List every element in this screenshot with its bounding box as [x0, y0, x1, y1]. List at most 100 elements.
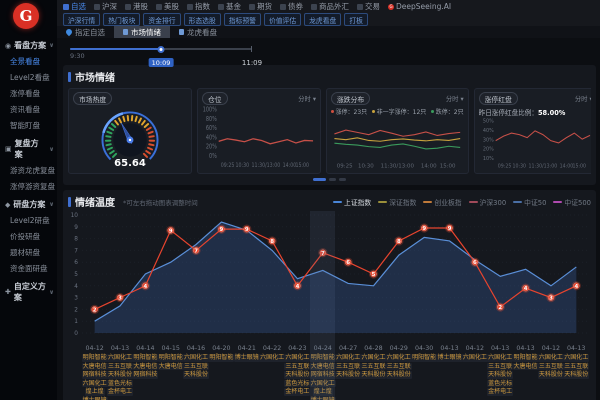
stock-name-chip[interactable]: 天科股份 — [107, 371, 133, 379]
stock-name-chip[interactable]: 金杯电工 — [487, 388, 513, 396]
stock-name-chip[interactable]: 大唐电信 — [132, 363, 158, 371]
quick-button[interactable]: 沪深行情 — [63, 13, 100, 26]
stock-name-chip[interactable]: 三五互联 — [284, 363, 310, 371]
panel-dropdown[interactable]: 分时 ▾ — [298, 94, 316, 103]
sidebar-section-header[interactable]: ✚自定义方案∨ — [0, 276, 57, 305]
quick-button[interactable]: 龙虎看盘 — [304, 13, 341, 26]
stock-name-chip[interactable]: 六国化工 — [82, 380, 108, 388]
stock-name-chip[interactable]: 三五互联 — [538, 363, 564, 371]
sidebar-item[interactable]: 资金面研盘 — [0, 260, 57, 276]
stock-name-chip[interactable]: 三五互联 — [563, 363, 589, 371]
top-menu-item[interactable]: 自选 — [63, 1, 86, 12]
top-menu-item[interactable]: 期货 — [249, 1, 272, 12]
legend-item[interactable]: 中证500 — [553, 197, 591, 207]
sidebar-item[interactable]: 全景看盘 — [0, 53, 57, 69]
view-tab[interactable]: 龙虎看盘 — [170, 26, 226, 38]
sidebar-item[interactable]: 资讯看盘 — [0, 101, 57, 117]
stock-name-chip[interactable]: 金杯电工 — [284, 388, 310, 396]
stock-name-chip[interactable]: 金杯电工 — [107, 388, 133, 396]
stock-name-chip[interactable]: 六国化工 — [335, 354, 361, 362]
stock-name-chip[interactable]: 三五互联 — [335, 363, 361, 371]
sidebar-item[interactable]: 题材研盘 — [0, 244, 57, 260]
stock-name-chip[interactable]: 六国化工 — [183, 354, 209, 362]
stock-name-chip[interactable]: 六国化工 — [360, 354, 386, 362]
panel-dropdown[interactable]: 分时 ▾ — [575, 94, 591, 103]
stock-name-chip[interactable]: 天科股份 — [386, 371, 412, 379]
top-menu-item[interactable]: 债券 — [280, 1, 303, 12]
sidebar-section-header[interactable]: ▣复盘方案∨ — [0, 133, 57, 162]
stock-name-chip[interactable]: 三五互联 — [386, 363, 412, 371]
pager-dot[interactable] — [313, 178, 326, 181]
stock-name-chip[interactable]: 煌上煌 — [85, 388, 105, 396]
top-menu-item[interactable]: 商品外汇 — [311, 1, 349, 12]
sidebar-section-header[interactable]: ◆研盘方案∨ — [0, 194, 57, 212]
top-menu-item[interactable]: 指数 — [187, 1, 210, 12]
stock-name-chip[interactable]: 明阳智能 — [513, 354, 539, 362]
sidebar-item[interactable]: 智能盯盘 — [0, 117, 57, 133]
legend-item[interactable]: 中证50 — [513, 197, 546, 207]
sidebar-item[interactable]: 涨停看盘 — [0, 85, 57, 101]
stock-name-chip[interactable]: 三五互联 — [487, 363, 513, 371]
pager-dot[interactable] — [339, 178, 346, 181]
app-logo[interactable]: G — [13, 3, 39, 29]
top-menu-item[interactable]: 交易 — [357, 1, 380, 12]
stock-name-chip[interactable]: 明阳智能 — [208, 354, 234, 362]
stock-name-chip[interactable]: 网宿科技 — [82, 371, 108, 379]
stock-name-chip[interactable]: 明阳智能 — [82, 354, 108, 362]
sidebar-item[interactable]: Level2看盘 — [0, 69, 57, 85]
stock-name-chip[interactable]: 博士眼镜 — [436, 354, 462, 362]
stock-name-chip[interactable]: 博士眼镜 — [82, 397, 108, 400]
stock-name-chip[interactable]: 天科股份 — [360, 371, 386, 379]
stock-name-chip[interactable]: 蓝色光标 — [284, 380, 310, 388]
sidebar-item[interactable]: Level2研盘 — [0, 212, 57, 228]
stock-name-chip[interactable]: 网宿科技 — [132, 371, 158, 379]
quick-button[interactable]: 形态选股 — [184, 13, 221, 26]
stock-name-chip[interactable]: 三五互联 — [107, 363, 133, 371]
pager-dot[interactable] — [329, 178, 336, 181]
slider-handle[interactable] — [158, 46, 165, 53]
top-menu-item[interactable]: 港股 — [125, 1, 148, 12]
emotion-chart[interactable]: 01234567891023497998476589962434 — [68, 211, 591, 341]
stock-name-chip[interactable]: 明阳智能 — [411, 354, 437, 362]
sidebar-item[interactable]: 价投研盘 — [0, 228, 57, 244]
stock-name-chip[interactable]: 大唐电信 — [310, 363, 336, 371]
stock-name-chip[interactable]: 天科股份 — [563, 371, 589, 379]
stock-name-chip[interactable]: 蓝色光标 — [487, 380, 513, 388]
stock-name-chip[interactable]: 六国化工 — [538, 354, 564, 362]
legend-item[interactable]: 创业板指 — [423, 197, 461, 207]
stock-name-chip[interactable]: 天科股份 — [335, 371, 361, 379]
sidebar-item[interactable]: 涨停游资复盘 — [0, 178, 57, 194]
stock-name-chip[interactable]: 大唐电信 — [513, 363, 539, 371]
stock-name-chip[interactable]: 六国化工 — [107, 354, 133, 362]
stock-name-chip[interactable]: 明阳智能 — [158, 354, 184, 362]
stock-name-chip[interactable]: 天科股份 — [538, 371, 564, 379]
top-menu-item[interactable]: 基金 — [218, 1, 241, 12]
stock-name-chip[interactable]: 网宿科技 — [310, 371, 336, 379]
stock-name-chip[interactable]: 煌上煌 — [313, 388, 333, 396]
panel-dropdown[interactable]: 分时 ▾ — [446, 94, 464, 103]
stock-name-chip[interactable]: 六国化工 — [462, 354, 488, 362]
stock-name-chip[interactable]: 六国化工 — [284, 354, 310, 362]
legend-item[interactable]: 深证指数 — [378, 197, 416, 207]
legend-item[interactable]: 沪深300 — [469, 197, 507, 207]
stock-name-chip[interactable]: 六国化工 — [259, 354, 285, 362]
stock-name-chip[interactable]: 六国化工 — [487, 354, 513, 362]
sidebar-section-header[interactable]: ◉看盘方案∨ — [0, 35, 57, 53]
stock-name-chip[interactable]: 大唐电信 — [82, 363, 108, 371]
stock-name-chip[interactable]: 天科股份 — [284, 371, 310, 379]
stock-name-chip[interactable]: 六国化工 — [563, 354, 589, 362]
stock-name-chip[interactable]: 明阳智能 — [310, 354, 336, 362]
stock-name-chip[interactable]: 三五互联 — [183, 363, 209, 371]
view-tab[interactable]: 市场情绪 — [114, 26, 170, 38]
top-menu-item[interactable]: 美股 — [156, 1, 179, 12]
stock-name-chip[interactable]: 蓝色光标 — [107, 380, 133, 388]
stock-name-chip[interactable]: 博士眼镜 — [310, 397, 336, 400]
stock-name-chip[interactable]: 大唐电信 — [158, 363, 184, 371]
quick-button[interactable]: 热门板块 — [103, 13, 140, 26]
view-tab[interactable]: 指定自选 — [57, 26, 114, 38]
stock-name-chip[interactable]: 博士眼镜 — [234, 354, 260, 362]
legend-item[interactable]: 上证指数 — [333, 197, 371, 207]
stock-name-chip[interactable]: 六国化工 — [310, 380, 336, 388]
quick-button[interactable]: 价值评估 — [264, 13, 301, 26]
top-menu-item[interactable]: 沪深 — [94, 1, 117, 12]
